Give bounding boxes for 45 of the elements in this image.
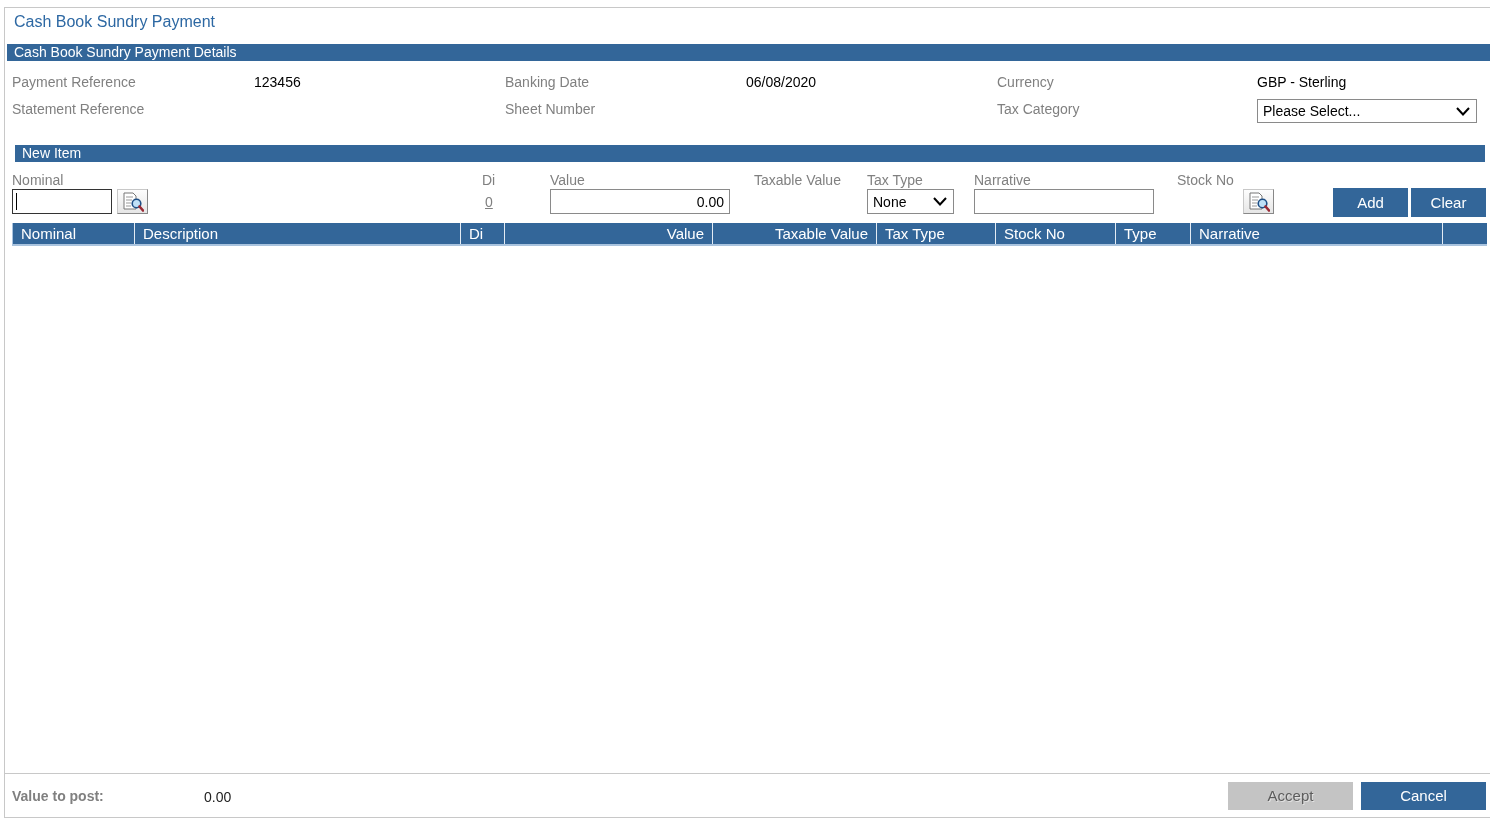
column-header[interactable]: Value xyxy=(504,223,712,244)
window-title: Cash Book Sundry Payment xyxy=(13,12,215,32)
action-button[interactable]: Add xyxy=(1333,188,1408,217)
column-header[interactable]: Nominal xyxy=(13,223,134,244)
column-header[interactable]: Narrative xyxy=(1190,223,1442,244)
input-field[interactable] xyxy=(974,189,1154,214)
section-header: Cash Book Sundry Payment Details xyxy=(7,44,1490,61)
chevron-down-icon xyxy=(1456,106,1470,116)
link[interactable]: 0 xyxy=(485,192,493,211)
field-label: Nominal xyxy=(12,171,64,189)
input-field[interactable]: 0.00 xyxy=(550,189,730,214)
column-header[interactable]: Taxable Value xyxy=(712,223,876,244)
column-header[interactable]: Di xyxy=(460,223,504,244)
field-label: Tax Type xyxy=(867,171,923,189)
field-label: Banking Date xyxy=(505,73,590,92)
field-label: Sheet Number xyxy=(505,100,596,119)
field-value: 06/08/2020 xyxy=(746,73,817,92)
column-header[interactable]: Type xyxy=(1115,223,1190,244)
field-label: Narrative xyxy=(974,171,1031,189)
field-label: Payment Reference xyxy=(12,73,136,92)
field-label: Tax Category xyxy=(997,100,1080,119)
chevron-down-icon xyxy=(933,197,947,206)
lookup-button[interactable] xyxy=(117,189,148,214)
action-button[interactable]: Cancel xyxy=(1361,781,1486,810)
field-label: Value xyxy=(550,171,585,189)
field-value: GBP - Sterling xyxy=(1257,73,1347,92)
column-header[interactable]: Tax Type xyxy=(876,223,995,244)
field-label: Stock No xyxy=(1177,171,1234,189)
total-label: Value to post: xyxy=(12,787,105,804)
column-header[interactable]: Stock No xyxy=(995,223,1115,244)
field-label: Currency xyxy=(997,73,1054,92)
total-value: 0.00 xyxy=(204,788,232,805)
document-search-icon xyxy=(121,191,144,212)
field-label: Statement Reference xyxy=(12,100,145,119)
column-header[interactable]: Description xyxy=(134,223,460,244)
action-button[interactable]: Clear xyxy=(1411,188,1486,217)
dropdown[interactable]: Please Select... xyxy=(1257,99,1477,123)
field-label: Taxable Value xyxy=(754,171,841,189)
field-label: Di xyxy=(482,171,496,189)
document-search-icon xyxy=(1247,191,1270,212)
dropdown[interactable]: None xyxy=(867,189,954,214)
section-header: New Item xyxy=(15,145,1485,162)
field-value: 123456 xyxy=(254,73,301,92)
input-field[interactable] xyxy=(12,189,112,214)
lookup-button[interactable] xyxy=(1243,189,1274,214)
